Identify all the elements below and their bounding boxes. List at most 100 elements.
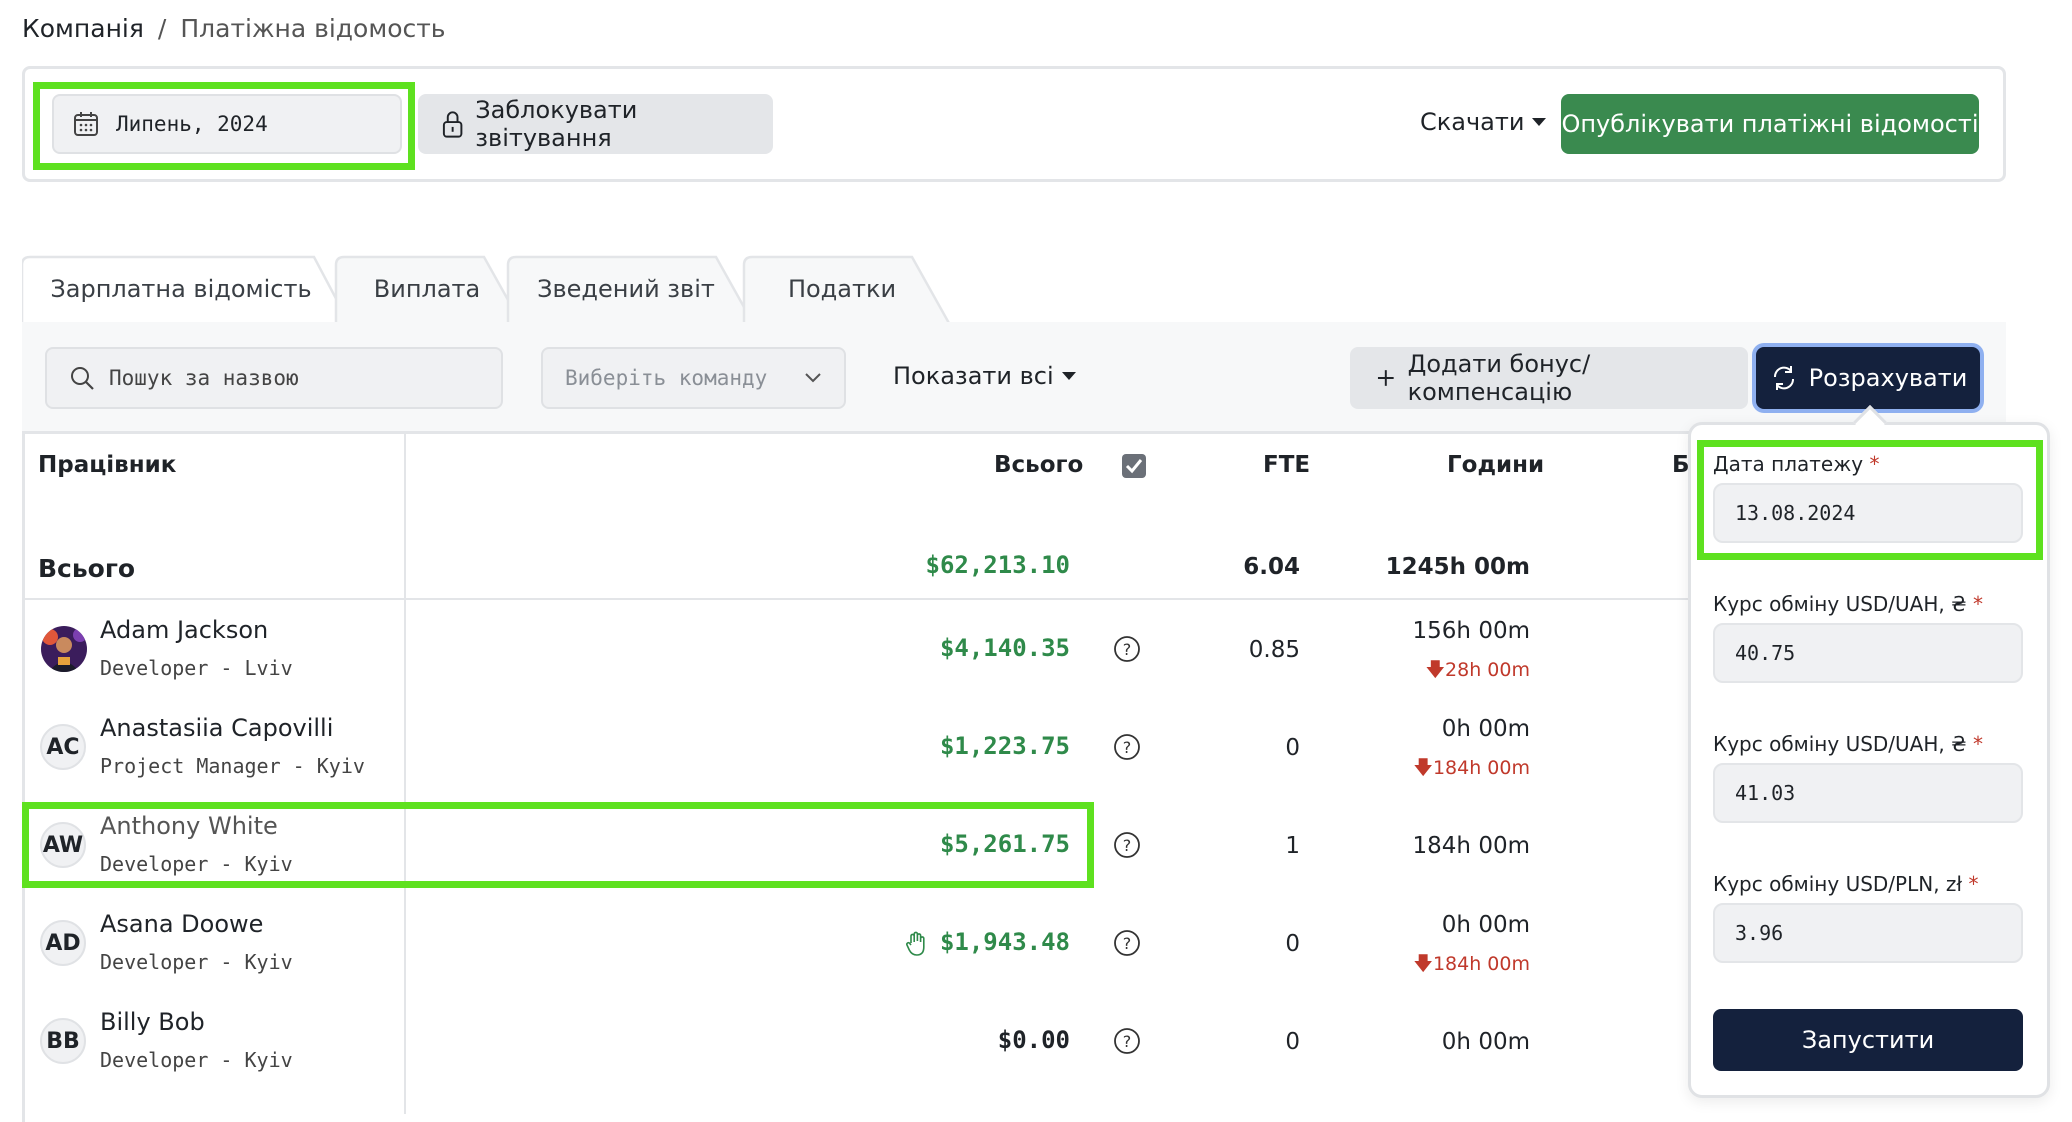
row-separator bbox=[22, 598, 1702, 600]
rate-usd-uah-2-label-text: Курс обміну USD/UAH, ₴ bbox=[1713, 732, 1967, 756]
calculate-label: Розрахувати bbox=[1808, 364, 1968, 392]
question-icon[interactable]: ? bbox=[1113, 929, 1141, 957]
tab-label: Зведений звіт bbox=[537, 275, 715, 303]
header-hours[interactable]: Години bbox=[1447, 452, 1544, 478]
arrow-down-icon: 🡇 bbox=[1425, 659, 1446, 681]
breadcrumb-separator: / bbox=[157, 14, 167, 43]
employee-role: Developer - Kyiv bbox=[100, 950, 293, 974]
avatar: AW bbox=[40, 822, 86, 868]
avatar: AC bbox=[40, 724, 86, 770]
publish-payrolls-button[interactable]: Опублікувати платіжні відомості bbox=[1561, 94, 1979, 154]
arrow-down-icon: 🡇 bbox=[1413, 953, 1433, 975]
show-all-label: Показати всі bbox=[893, 362, 1054, 390]
svg-text:?: ? bbox=[1123, 738, 1132, 757]
employee-total: $4,140.35 bbox=[939, 634, 1070, 662]
tab-label: Зарплатна відомість bbox=[50, 275, 312, 303]
employee-fte: 0 bbox=[1285, 1029, 1300, 1055]
question-icon[interactable]: ? bbox=[1113, 831, 1141, 859]
svg-text:?: ? bbox=[1123, 836, 1132, 855]
required-mark: * bbox=[1972, 732, 1983, 756]
employee-name[interactable]: Billy Bob bbox=[100, 1008, 205, 1036]
employee-fte: 0 bbox=[1285, 735, 1300, 761]
totals-hours: 1245h 00m bbox=[1385, 554, 1530, 580]
header-fte[interactable]: FTE bbox=[1263, 452, 1310, 478]
employee-total: $0.00 bbox=[997, 1026, 1070, 1054]
column-divider bbox=[404, 434, 406, 1114]
search-placeholder: Пошук за назвою bbox=[109, 366, 299, 390]
plus-icon bbox=[1377, 370, 1394, 386]
calendar-icon bbox=[74, 112, 98, 136]
lock-reporting-button[interactable]: Заблокувати звітування bbox=[418, 94, 773, 154]
employee-hours: 184h 00m bbox=[1412, 833, 1530, 859]
rate-usd-pln-input[interactable]: 3.96 bbox=[1713, 903, 2023, 963]
employee-fte: 0 bbox=[1285, 931, 1300, 957]
employee-fte: 1 bbox=[1285, 833, 1300, 859]
question-icon[interactable]: ? bbox=[1113, 733, 1141, 761]
tab-payroll[interactable]: Зарплатна відомість bbox=[22, 255, 352, 325]
question-icon[interactable]: ? bbox=[1113, 1027, 1141, 1055]
rate-usd-pln-label: Курс обміну USD/PLN, zł * bbox=[1713, 872, 1978, 896]
show-all-dropdown[interactable]: Показати всі bbox=[893, 362, 1076, 390]
payment-date-input[interactable]: 13.08.2024 bbox=[1713, 483, 2023, 543]
month-value: Липень, 2024 bbox=[116, 112, 268, 136]
totals-amount: $62,213.10 bbox=[925, 551, 1071, 579]
download-label: Скачати bbox=[1420, 108, 1525, 136]
avatar bbox=[41, 626, 87, 672]
add-bonus-button[interactable]: Додати бонус/компенсацію bbox=[1350, 347, 1748, 409]
employee-hours-deficit: 🡇184h 00m bbox=[1413, 950, 1530, 982]
caret-down-icon bbox=[1532, 118, 1547, 126]
caret-down-icon bbox=[1061, 372, 1076, 380]
header-partial[interactable]: Б bbox=[1672, 452, 1690, 478]
tab-label: Податки bbox=[787, 275, 897, 303]
deficit-value: 184h 00m bbox=[1432, 757, 1530, 779]
employee-name[interactable]: Asana Doowe bbox=[100, 910, 263, 938]
rate-usd-uah-input[interactable]: 40.75 bbox=[1713, 623, 2023, 683]
tab-payment[interactable]: Виплата bbox=[334, 255, 524, 325]
employee-hours-deficit: 🡇28h 00m bbox=[1426, 656, 1531, 688]
team-select[interactable]: Виберіть команду bbox=[541, 347, 846, 409]
required-mark: * bbox=[1972, 592, 1983, 616]
chevron-down-icon bbox=[805, 373, 821, 383]
employee-hours: 0h 00m bbox=[1441, 716, 1530, 742]
header-employee[interactable]: Працівник bbox=[38, 452, 176, 478]
employee-hours-deficit: 🡇184h 00m bbox=[1413, 754, 1530, 786]
employee-total: $1,943.48 bbox=[939, 928, 1070, 956]
add-bonus-label: Додати бонус/компенсацію bbox=[1407, 350, 1591, 406]
month-picker[interactable]: Липень, 2024 bbox=[52, 94, 402, 154]
tab-summary[interactable]: Зведений звіт bbox=[506, 255, 756, 325]
employee-hours: 156h 00m bbox=[1412, 618, 1530, 644]
calculate-button[interactable]: Розрахувати bbox=[1756, 347, 1980, 409]
employee-hours: 0h 00m bbox=[1441, 1029, 1530, 1055]
employee-role: Developer - Lviv bbox=[100, 656, 293, 680]
run-button[interactable]: Запустити bbox=[1713, 1009, 2023, 1071]
team-placeholder: Виберіть команду bbox=[565, 366, 768, 390]
download-dropdown[interactable]: Скачати bbox=[1420, 108, 1547, 136]
tab-taxes[interactable]: Податки bbox=[742, 255, 952, 325]
employee-role: Project Manager - Kyiv bbox=[100, 754, 365, 778]
rate-usd-uah-2-input[interactable]: 41.03 bbox=[1713, 763, 2023, 823]
totals-label: Всього bbox=[38, 554, 136, 583]
tab-label: Виплата bbox=[373, 275, 481, 303]
employee-name[interactable]: Anthony White bbox=[100, 812, 278, 840]
employee-role: Developer - Kyiv bbox=[100, 1048, 293, 1072]
rate-usd-uah-label: Курс обміну USD/UAH, ₴ * bbox=[1713, 592, 1983, 616]
employee-name[interactable]: Adam Jackson bbox=[100, 616, 268, 644]
breadcrumb-root[interactable]: Компанія bbox=[22, 14, 144, 43]
header-total[interactable]: Всього bbox=[994, 452, 1083, 478]
hand-icon bbox=[906, 931, 925, 956]
deficit-value: 28h 00m bbox=[1445, 659, 1530, 681]
required-mark: * bbox=[1968, 872, 1979, 896]
svg-text:?: ? bbox=[1123, 934, 1132, 953]
payment-date-label: Дата платежу * bbox=[1713, 452, 1879, 476]
deficit-value: 184h 00m bbox=[1432, 953, 1530, 975]
breadcrumb-current: Платіжна відомость bbox=[180, 14, 446, 43]
employee-name[interactable]: Anastasiia Capovilli bbox=[100, 714, 333, 742]
employee-total: $5,261.75 bbox=[939, 830, 1070, 858]
question-icon[interactable]: ? bbox=[1113, 635, 1141, 663]
select-all-checkbox[interactable] bbox=[1121, 453, 1147, 479]
refresh-icon bbox=[1773, 366, 1794, 390]
employee-total: $1,223.75 bbox=[939, 732, 1070, 760]
avatar: BB bbox=[40, 1018, 86, 1064]
payment-date-label-text: Дата платежу bbox=[1713, 452, 1864, 476]
search-input[interactable]: Пошук за назвою bbox=[45, 347, 503, 409]
